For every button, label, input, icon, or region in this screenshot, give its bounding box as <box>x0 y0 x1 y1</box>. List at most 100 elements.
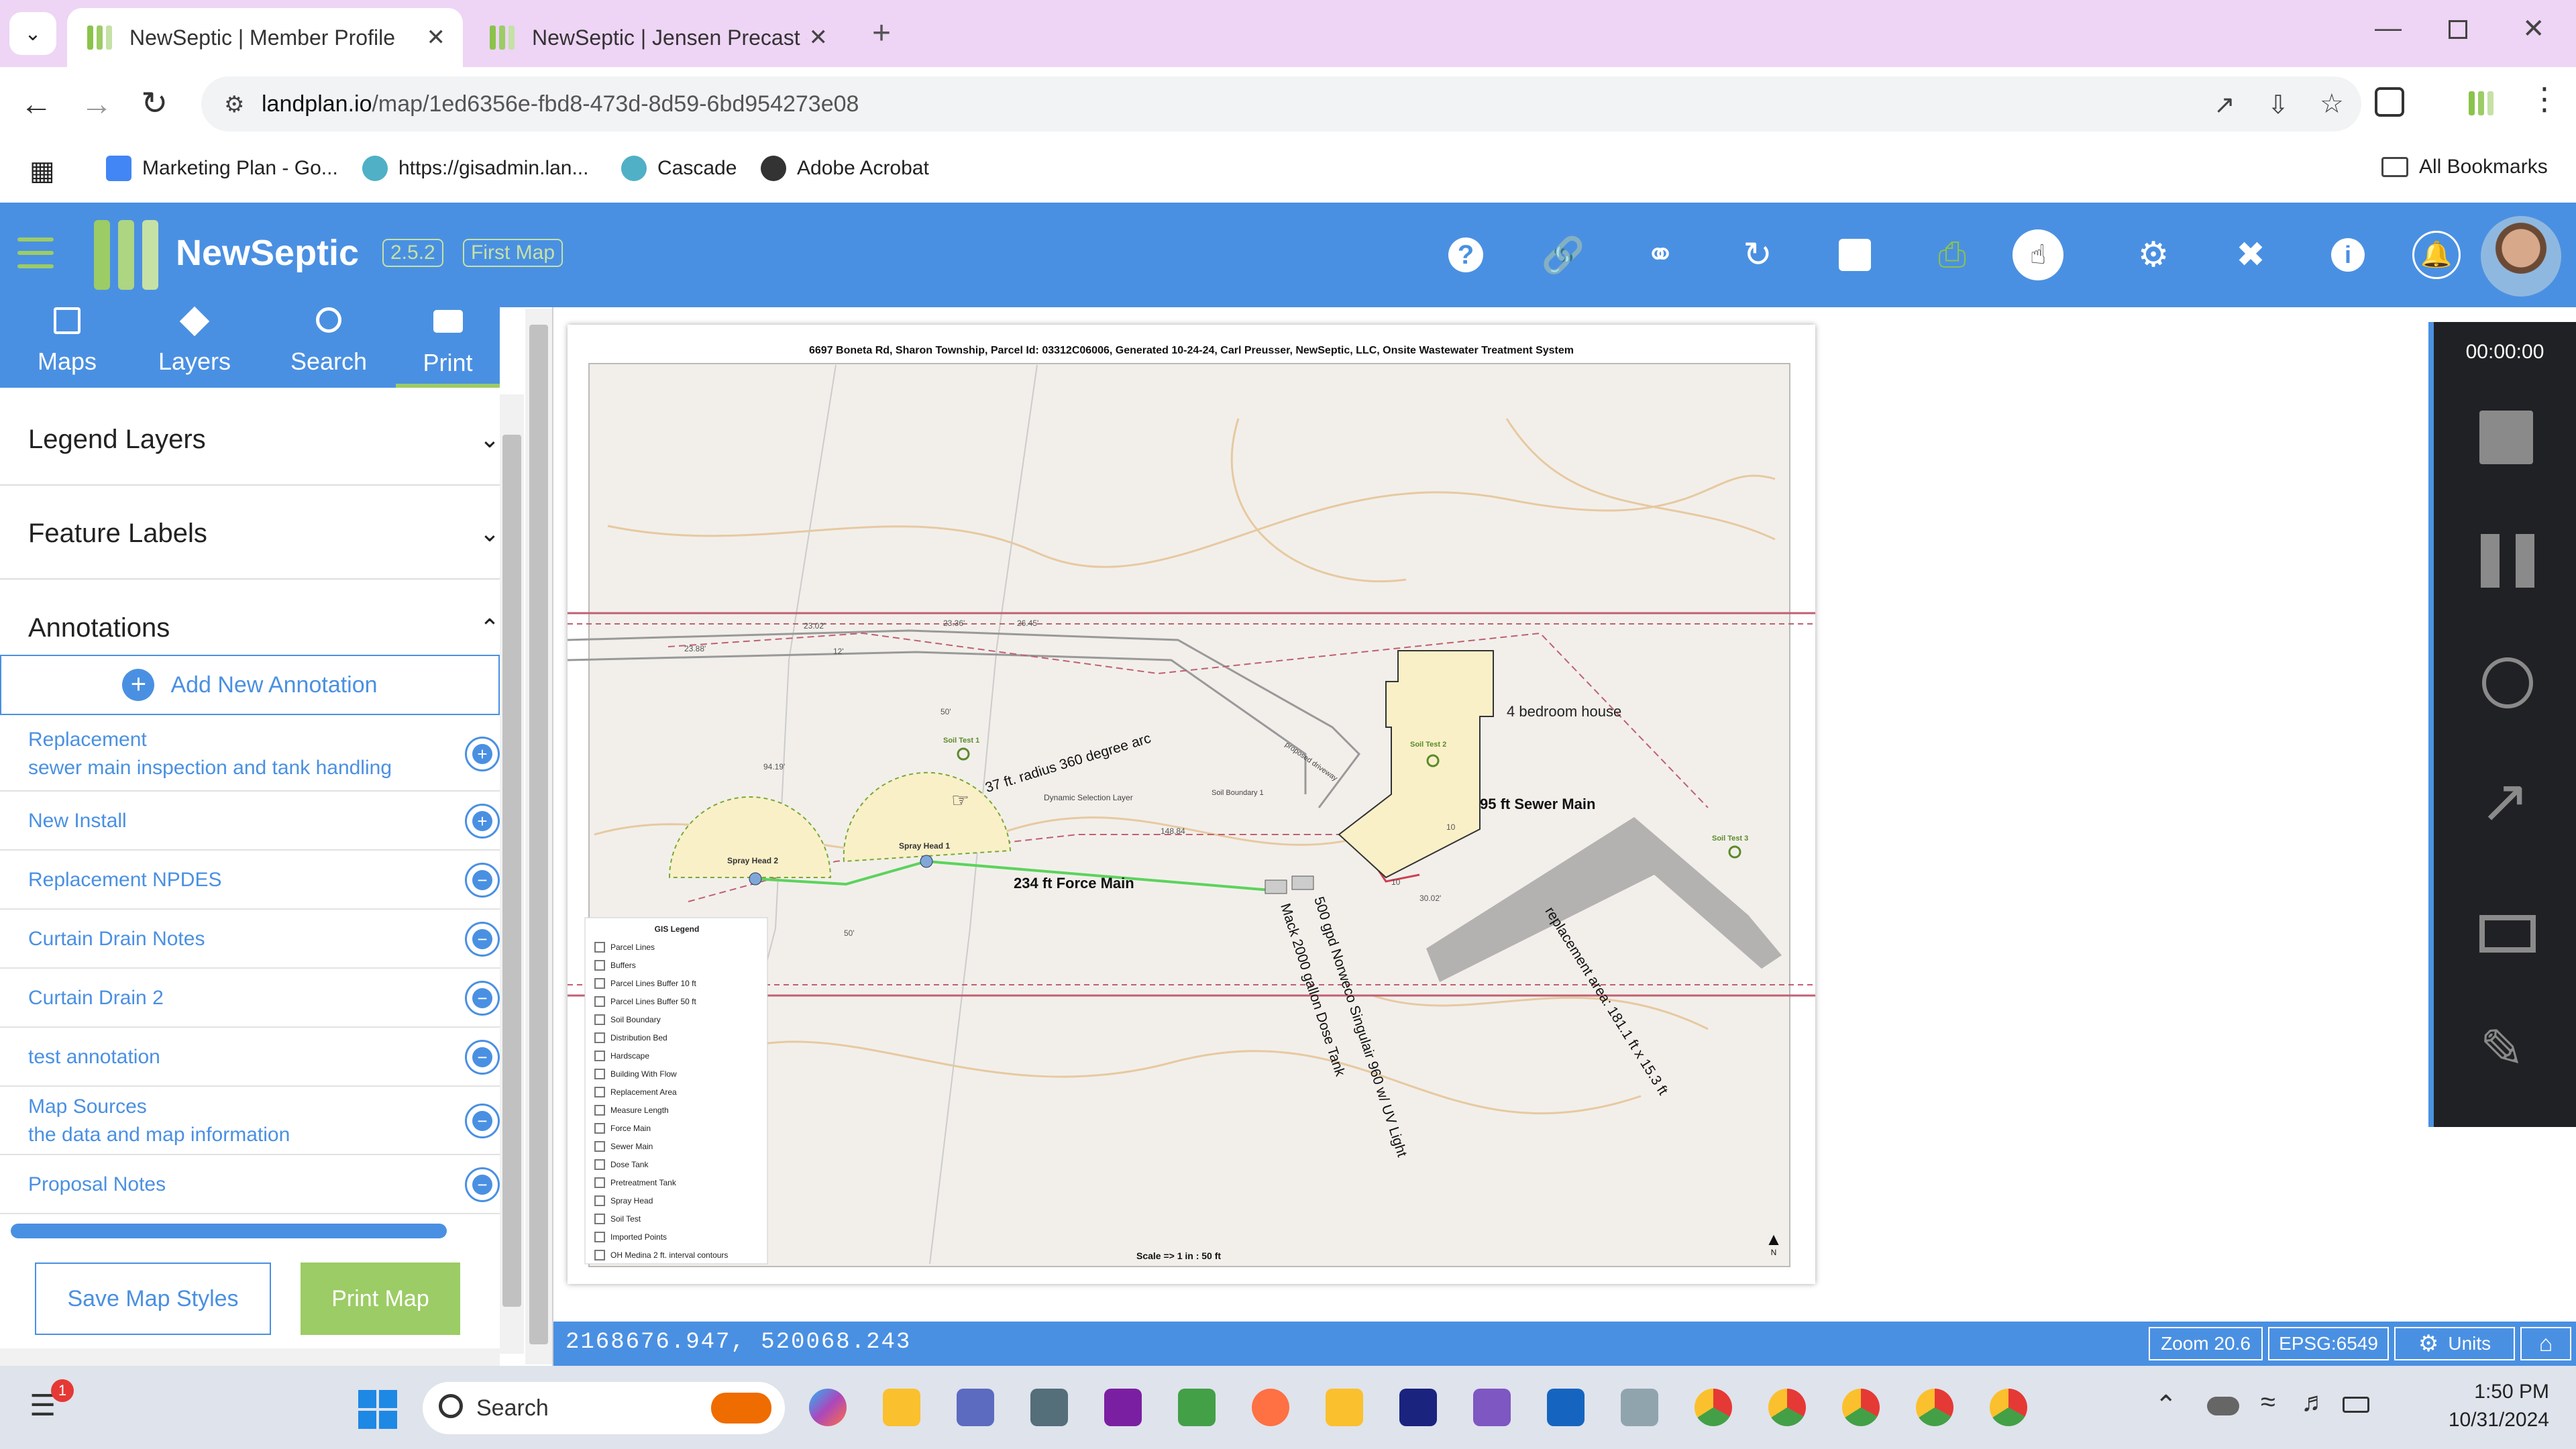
site-info-icon[interactable]: ⚙ <box>224 91 244 118</box>
reload-icon[interactable]: ↻ <box>141 85 168 122</box>
tools-icon[interactable]: ✖ <box>2231 235 2271 275</box>
help-icon[interactable]: ? <box>1446 235 1486 275</box>
browser-menu-icon[interactable]: ⋮ <box>2529 80 2560 117</box>
all-bookmarks[interactable]: All Bookmarks <box>2381 156 2548 178</box>
teams-icon[interactable] <box>957 1389 994 1426</box>
info-icon[interactable]: i <box>2328 235 2368 275</box>
notifications-icon[interactable]: 🔔 <box>2412 231 2461 279</box>
firefox-icon[interactable] <box>1252 1389 1289 1426</box>
home-icon[interactable]: ⌂ <box>2520 1327 2571 1360</box>
start-button-icon[interactable] <box>358 1390 397 1429</box>
annotation-item[interactable]: New Install + <box>0 793 500 851</box>
taskbar-search-box[interactable]: Search <box>423 1382 785 1434</box>
annotation-item[interactable]: Proposal Notes − <box>0 1157 500 1214</box>
panel-scrollbar[interactable] <box>500 394 524 1354</box>
close-tab-icon[interactable]: ✕ <box>809 24 828 51</box>
add-new-annotation-button[interactable]: + Add New Annotation <box>0 655 500 715</box>
pause-recording-icon[interactable] <box>2481 534 2534 588</box>
bookmark-adobe-acrobat[interactable]: Adobe Acrobat <box>761 156 929 181</box>
scrollbar-thumb[interactable] <box>502 435 521 1307</box>
chrome-profile-icon[interactable] <box>1916 1389 1953 1426</box>
legend-layers-header[interactable]: Legend Layers ⌄ <box>0 394 500 486</box>
collapse-annotation-icon[interactable]: − <box>465 981 500 1016</box>
calculator-icon[interactable] <box>1030 1389 1068 1426</box>
clock-time[interactable]: 1:50 PM <box>2388 1381 2549 1403</box>
annotation-item[interactable]: Curtain Drain Notes − <box>0 911 500 969</box>
annotation-item[interactable]: Replacement sewer main inspection and ta… <box>0 718 500 792</box>
notepad-icon[interactable] <box>1178 1389 1216 1426</box>
tab-layers[interactable]: Layers <box>127 306 262 388</box>
install-app-icon[interactable]: ⇩ <box>2267 90 2289 120</box>
browser-tab-member-profile[interactable]: NewSeptic | Member Profile ✕ <box>67 8 463 67</box>
extensions-icon[interactable] <box>2375 87 2404 117</box>
stop-recording-icon[interactable] <box>2479 411 2533 464</box>
forward-icon[interactable]: → <box>80 86 113 123</box>
intellij-icon[interactable] <box>1399 1389 1437 1426</box>
open-in-app-icon[interactable]: ↗ <box>2214 90 2235 120</box>
print-icon[interactable]: ⎙ <box>1932 235 1972 275</box>
tab-search-button[interactable]: ⌄ <box>9 12 56 55</box>
browser-tab-jensen-precast[interactable]: NewSeptic | Jensen Precast - La ✕ <box>470 8 845 67</box>
user-avatar[interactable] <box>2481 216 2561 297</box>
apps-grid-icon[interactable]: ▦ <box>30 156 55 186</box>
clock-date[interactable]: 10/31/2024 <box>2388 1409 2549 1432</box>
collapse-annotation-icon[interactable]: − <box>465 1167 500 1202</box>
collapse-annotation-icon[interactable]: − <box>465 922 500 957</box>
map-vertical-scrollbar[interactable] <box>525 309 552 1364</box>
feature-labels-header[interactable]: Feature Labels ⌄ <box>0 488 500 580</box>
snipping-tool-icon[interactable] <box>883 1389 920 1426</box>
arrow-tool-icon[interactable]: ↗ <box>2479 771 2530 832</box>
annotation-item[interactable]: Replacement NPDES − <box>0 852 500 910</box>
map-print-preview[interactable]: 6697 Boneta Rd, Sharon Township, Parcel … <box>568 325 1815 1284</box>
hamburger-menu-icon[interactable] <box>17 237 54 268</box>
tab-maps[interactable]: Maps <box>0 307 134 388</box>
expand-annotation-icon[interactable]: + <box>465 737 500 771</box>
annotation-item[interactable]: Curtain Drain 2 − <box>0 970 500 1028</box>
save-icon[interactable] <box>1835 235 1875 275</box>
bookmark-gisadmin[interactable]: https://gisadmin.lan... <box>362 156 588 181</box>
rectangle-tool-icon[interactable] <box>2479 915 2536 953</box>
link-icon[interactable]: 🔗 <box>1542 235 1585 275</box>
tab-search[interactable]: Search <box>262 307 396 388</box>
expand-annotation-icon[interactable]: + <box>465 804 500 839</box>
onenote-icon[interactable] <box>1104 1389 1142 1426</box>
power-automate-icon[interactable] <box>1547 1389 1585 1426</box>
chrome-profile-icon[interactable] <box>1842 1389 1880 1426</box>
chrome-profile-icon[interactable] <box>1768 1389 1806 1426</box>
save-map-styles-button[interactable]: Save Map Styles <box>35 1263 271 1335</box>
volume-icon[interactable]: ♬ <box>2301 1387 2328 1417</box>
bookmark-cascade[interactable]: Cascade <box>621 156 737 181</box>
newseptic-extension-icon[interactable] <box>2469 91 2493 115</box>
bookmark-marketing-plan[interactable]: Marketing Plan - Go... <box>106 156 338 181</box>
settings-icon[interactable]: ⚙ <box>2133 235 2174 275</box>
septic-tool-icon[interactable]: ☝ <box>2012 229 2063 280</box>
file-explorer-icon[interactable] <box>1326 1389 1363 1426</box>
bookmark-star-icon[interactable]: ☆ <box>2320 89 2344 119</box>
copilot-icon[interactable] <box>809 1389 847 1426</box>
restore-window-icon[interactable] <box>2449 20 2467 39</box>
map-name-badge[interactable]: First Map <box>463 239 564 267</box>
onedrive-icon[interactable] <box>2207 1397 2239 1415</box>
annotation-item[interactable]: test annotation − <box>0 1029 500 1087</box>
collapse-annotation-icon[interactable]: − <box>465 1104 500 1138</box>
visual-studio-icon[interactable] <box>1473 1389 1511 1426</box>
wifi-icon[interactable]: ≈ <box>2261 1387 2275 1417</box>
share-icon[interactable]: ⚭ <box>1640 235 1680 275</box>
chrome-profile-icon[interactable] <box>1990 1389 2027 1426</box>
task-manager-icon[interactable] <box>1621 1389 1658 1426</box>
minimize-window-icon[interactable]: — <box>2375 13 2402 44</box>
tray-chevron-up-icon[interactable]: ⌃ <box>2155 1390 2178 1421</box>
annotation-item[interactable]: Map Sources the data and map information… <box>0 1088 500 1155</box>
camera-off-icon[interactable] <box>2482 657 2533 708</box>
address-bar[interactable]: ⚙ landplan.io/map/1ed6356e-fbd8-473d-8d5… <box>201 76 2361 131</box>
collapse-annotation-icon[interactable]: − <box>465 863 500 898</box>
chrome-icon[interactable] <box>1695 1389 1732 1426</box>
tab-print[interactable]: Print <box>396 307 500 388</box>
print-map-button[interactable]: Print Map <box>301 1263 460 1335</box>
new-tab-button[interactable]: + <box>872 15 891 52</box>
pen-tool-icon[interactable]: ✎ <box>2479 1022 2524 1076</box>
horizontal-scrollbar[interactable] <box>11 1224 447 1238</box>
units-button[interactable]: ⚙ Units <box>2394 1327 2515 1360</box>
back-icon[interactable]: ← <box>20 86 52 123</box>
close-tab-icon[interactable]: ✕ <box>427 24 446 51</box>
